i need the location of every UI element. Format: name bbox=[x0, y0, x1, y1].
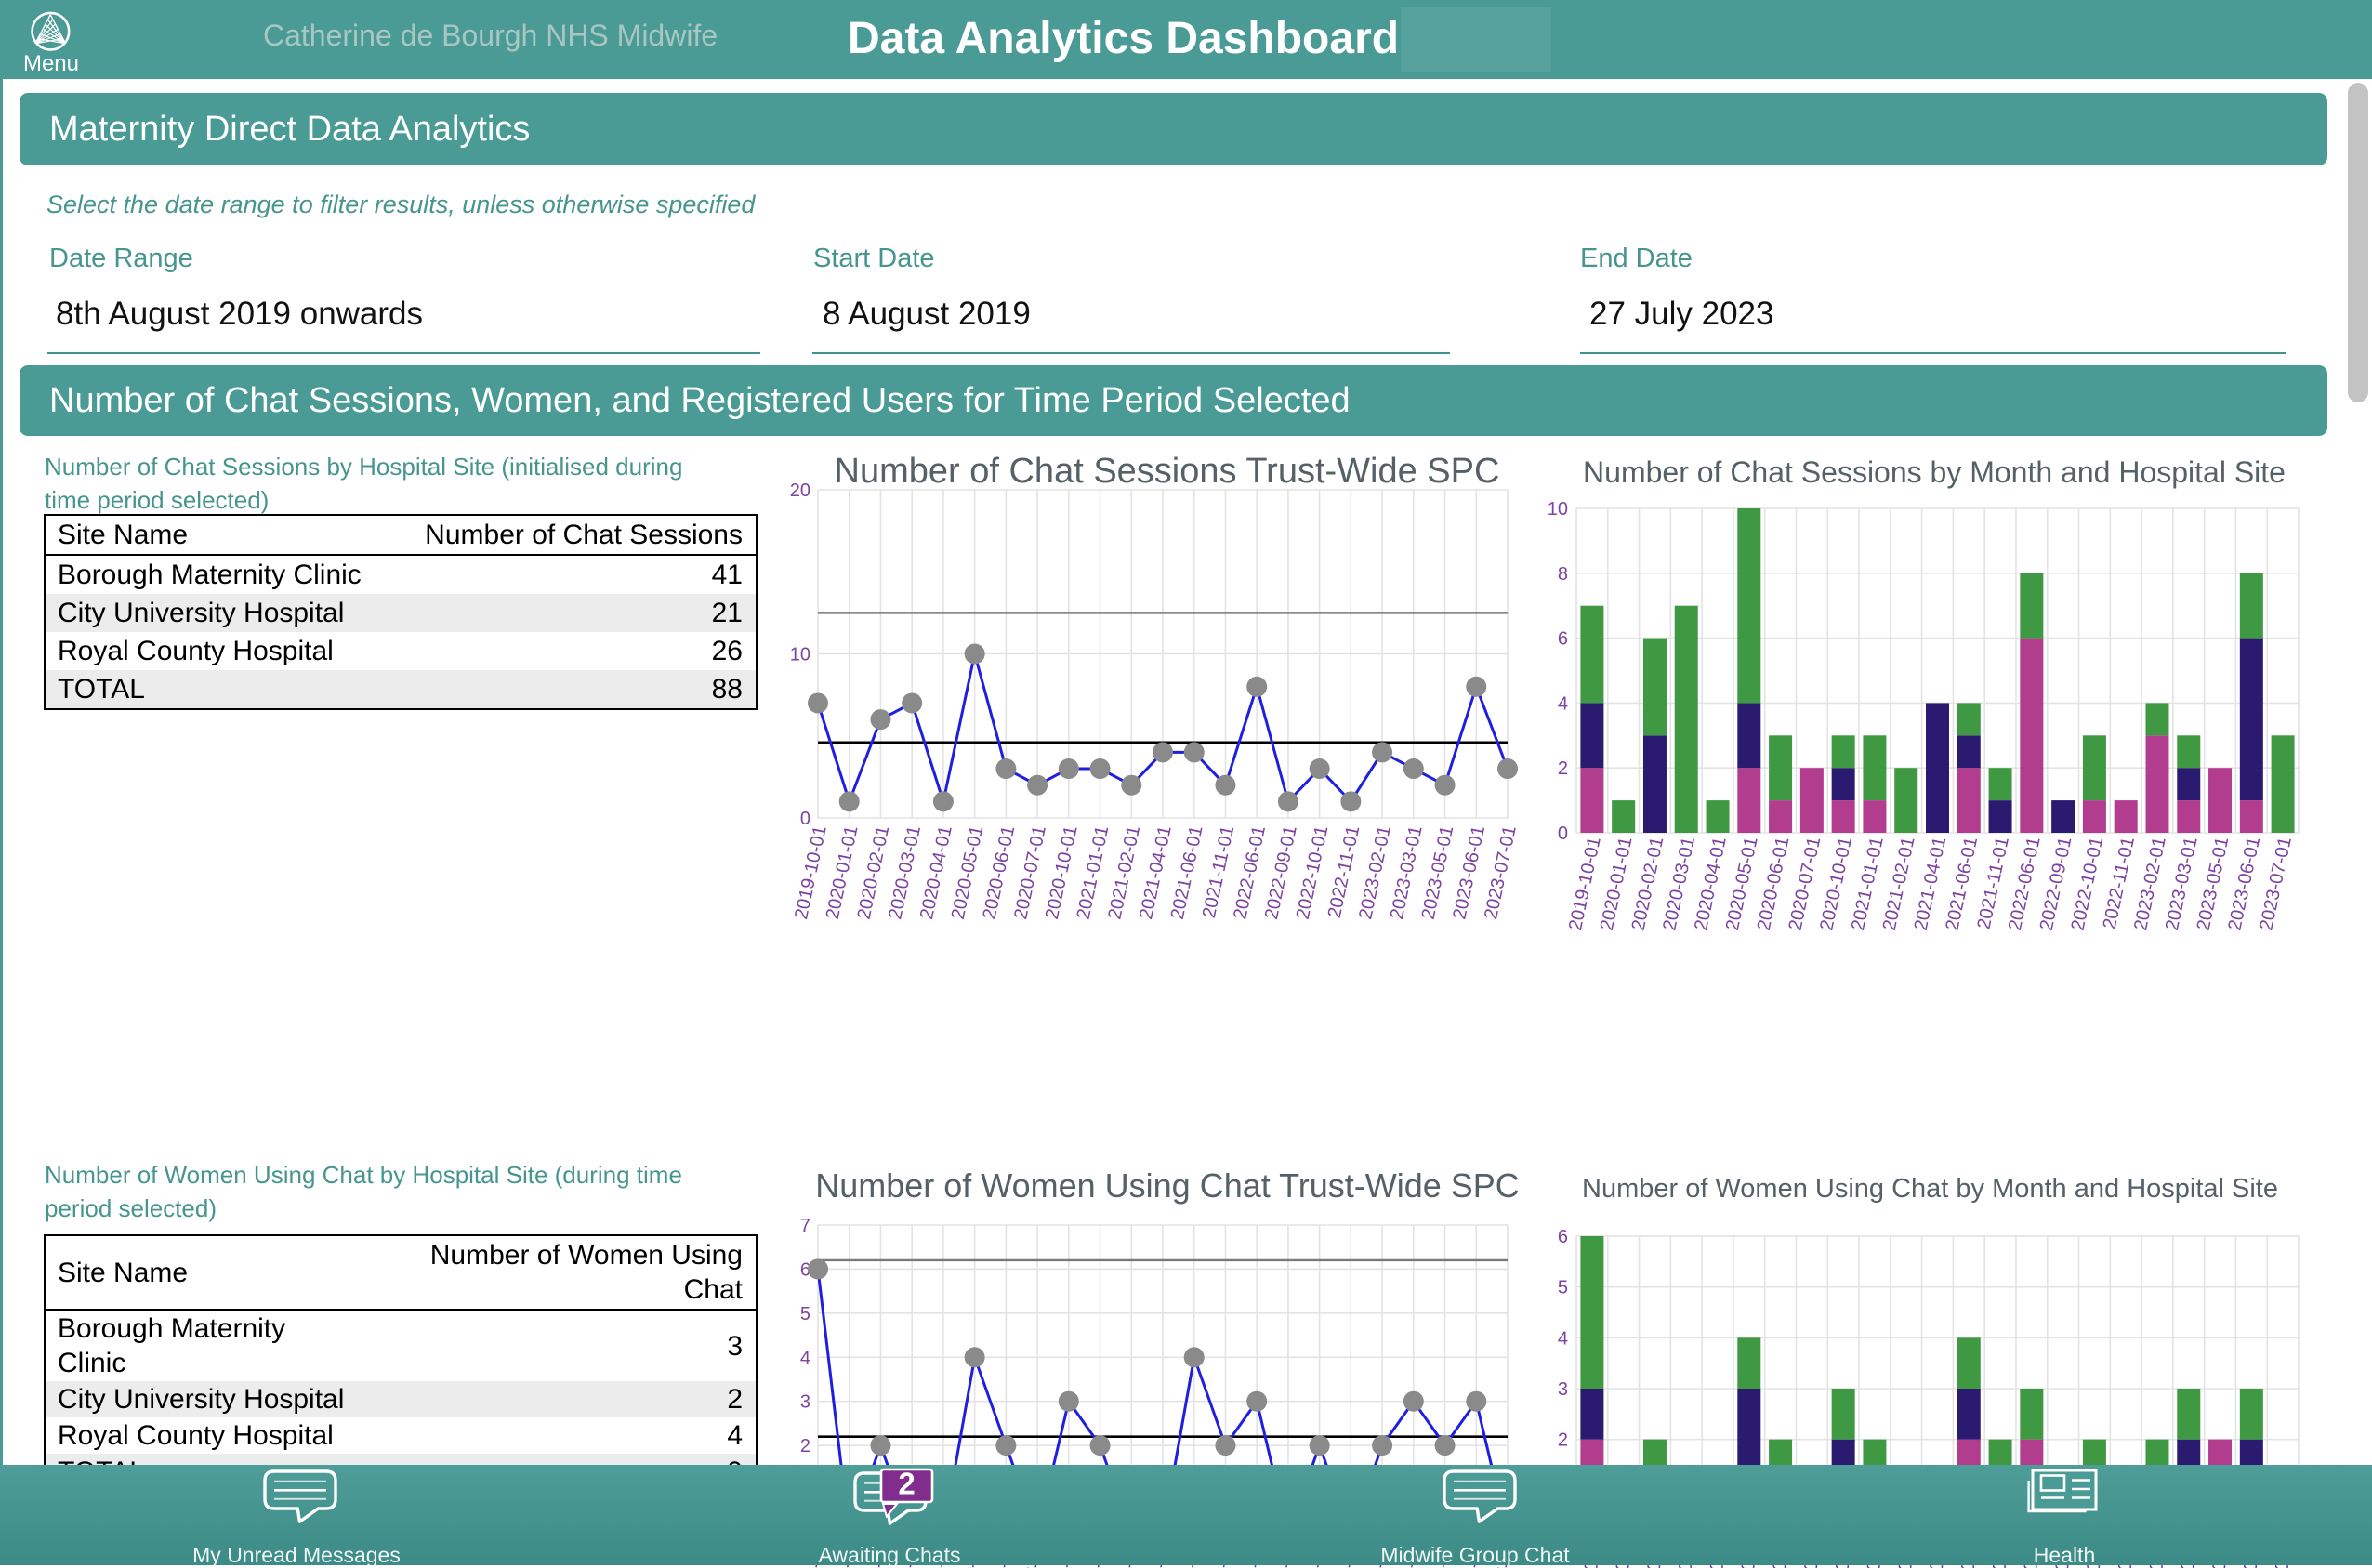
svg-text:8: 8 bbox=[1558, 564, 1568, 585]
svg-text:0: 0 bbox=[800, 809, 810, 829]
svg-text:3: 3 bbox=[800, 1392, 810, 1413]
svg-text:2: 2 bbox=[898, 1467, 915, 1501]
svg-text:4: 4 bbox=[800, 1348, 810, 1368]
svg-text:3: 3 bbox=[1558, 1379, 1568, 1400]
svg-text:Menu: Menu bbox=[23, 51, 79, 76]
svg-text:0: 0 bbox=[1558, 824, 1568, 844]
svg-text:4: 4 bbox=[1558, 693, 1568, 714]
svg-text:Number of Women Using Chat by: Number of Women Using Chat by Month and … bbox=[1582, 1174, 2278, 1204]
svg-text:7: 7 bbox=[800, 1216, 810, 1236]
svg-text:Number of Chat Sessions Trust-: Number of Chat Sessions Trust-Wide SPC bbox=[835, 452, 1500, 491]
svg-text:5: 5 bbox=[1558, 1278, 1568, 1298]
svg-text:20: 20 bbox=[790, 481, 810, 501]
svg-text:2: 2 bbox=[1558, 758, 1568, 779]
svg-text:6: 6 bbox=[1558, 1227, 1568, 1247]
svg-text:2: 2 bbox=[800, 1436, 810, 1456]
svg-text:10: 10 bbox=[1548, 499, 1568, 520]
svg-text:6: 6 bbox=[1558, 629, 1568, 650]
svg-text:4: 4 bbox=[1558, 1328, 1568, 1349]
svg-text:5: 5 bbox=[800, 1304, 810, 1324]
svg-text:Number of Women Using Chat Tru: Number of Women Using Chat Trust-Wide SP… bbox=[815, 1166, 1520, 1205]
svg-text:10: 10 bbox=[790, 645, 810, 665]
svg-text:Number of Chat Sessions by Mon: Number of Chat Sessions by Month and Hos… bbox=[1583, 455, 2286, 489]
svg-text:2: 2 bbox=[1558, 1430, 1568, 1451]
